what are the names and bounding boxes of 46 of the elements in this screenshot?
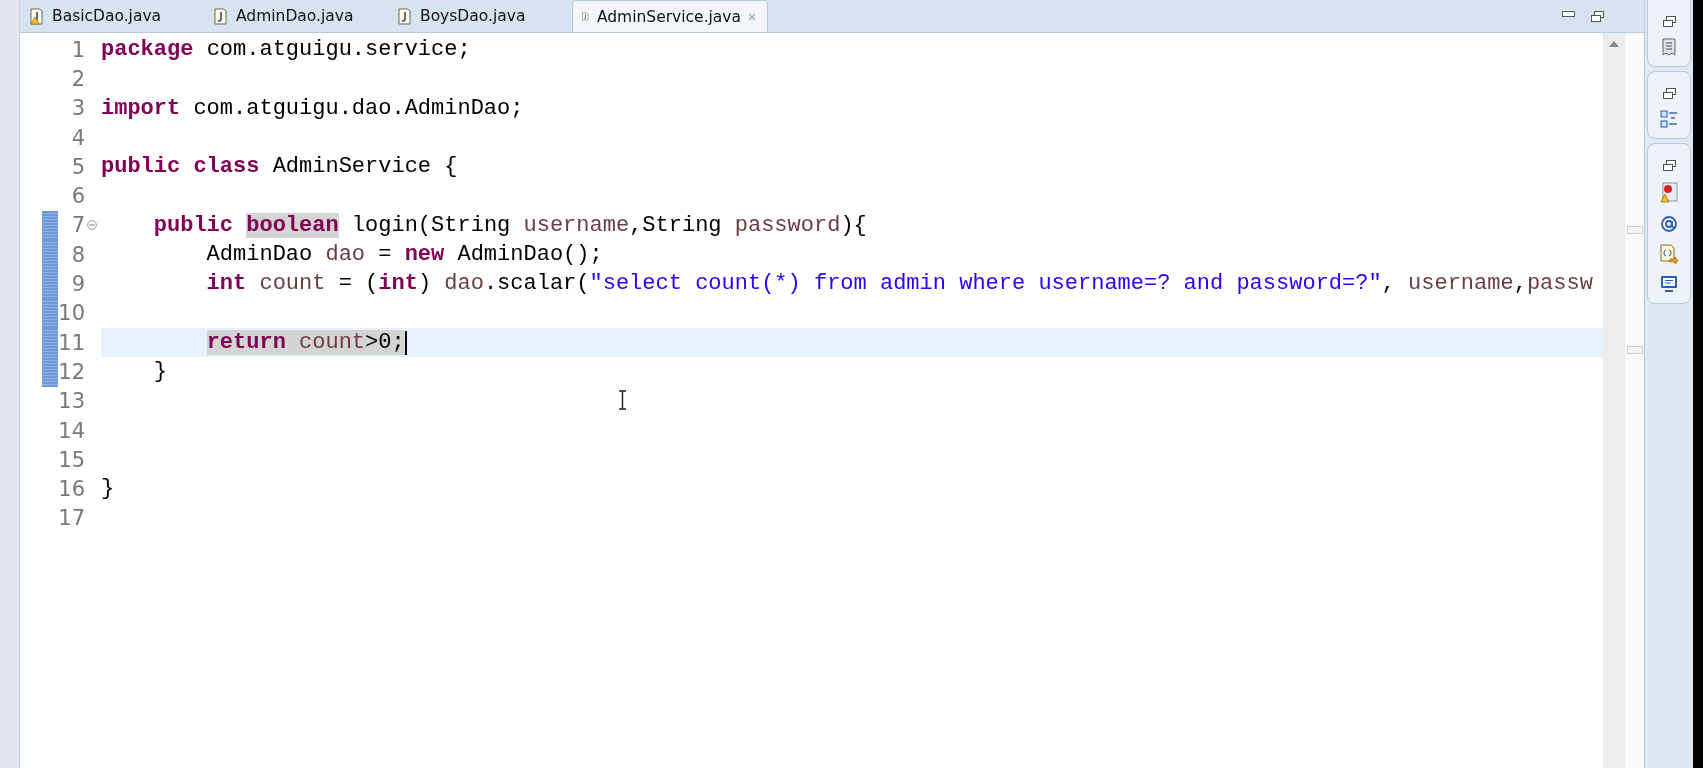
line-number: 9 [70,272,85,296]
restore-icon[interactable] [1662,160,1676,171]
line-number: 7 [70,213,85,238]
restore-icon[interactable] [1662,88,1676,99]
code-line: } [101,475,116,504]
editor-tab[interactable]: BasicDao.java [20,0,204,32]
line-number: 16 [58,477,85,502]
code-line: package com.atguigu.service; [101,36,472,64]
scrollbar[interactable] [1603,33,1625,768]
line-number: 5 [70,154,85,179]
editor-tab[interactable]: BoysDao.java [388,0,572,32]
restore-icon[interactable] [1662,16,1676,27]
code-line: public boolean login(String username,String password){ [152,211,868,240]
line-number: 10 [58,301,85,326]
line-number: 6 [70,184,85,209]
java-file-icon [396,7,412,25]
line-number: 15 [58,447,85,472]
line-number: 1 [70,37,85,62]
line-number: 8 [70,242,85,267]
line-number: 2 [70,66,85,91]
editor-tab[interactable]: AdminDao.java [204,0,388,32]
scroll-up-icon[interactable] [1609,41,1619,47]
line-number: 11 [58,330,85,355]
code-line: AdminDao dao = new AdminDao(); [205,241,604,270]
outline-icon[interactable] [1660,110,1678,128]
at-sign-icon[interactable] [1660,215,1678,233]
code-line: int count = (int) dao.scalar("select count(*) from admin where username=? and password=?", username,passw [205,270,1594,299]
line-number: 13 [58,389,85,414]
minimize-icon[interactable] [1562,10,1575,18]
document-icon[interactable] [1662,38,1676,56]
maximize-icon[interactable] [1591,10,1604,22]
declaration-icon[interactable] [1659,244,1679,264]
text-cursor-icon [618,390,627,410]
java-file-icon [212,7,228,25]
code-line: public class AdminService { [101,153,459,182]
editor-tab[interactable]: AdminService.java [572,0,768,32]
breakpoint-icon[interactable] [1659,182,1679,204]
line-number: 4 [70,125,85,150]
line-number: 3 [70,96,85,121]
line-number: 17 [58,506,85,531]
line-number: 14 [58,418,85,443]
code-line: import com.atguigu.dao.AdminDao; [101,94,525,123]
collapse-icon[interactable] [87,220,97,231]
console-icon[interactable] [1660,275,1678,293]
line-number: 12 [58,359,85,384]
code-line: } [152,358,168,387]
